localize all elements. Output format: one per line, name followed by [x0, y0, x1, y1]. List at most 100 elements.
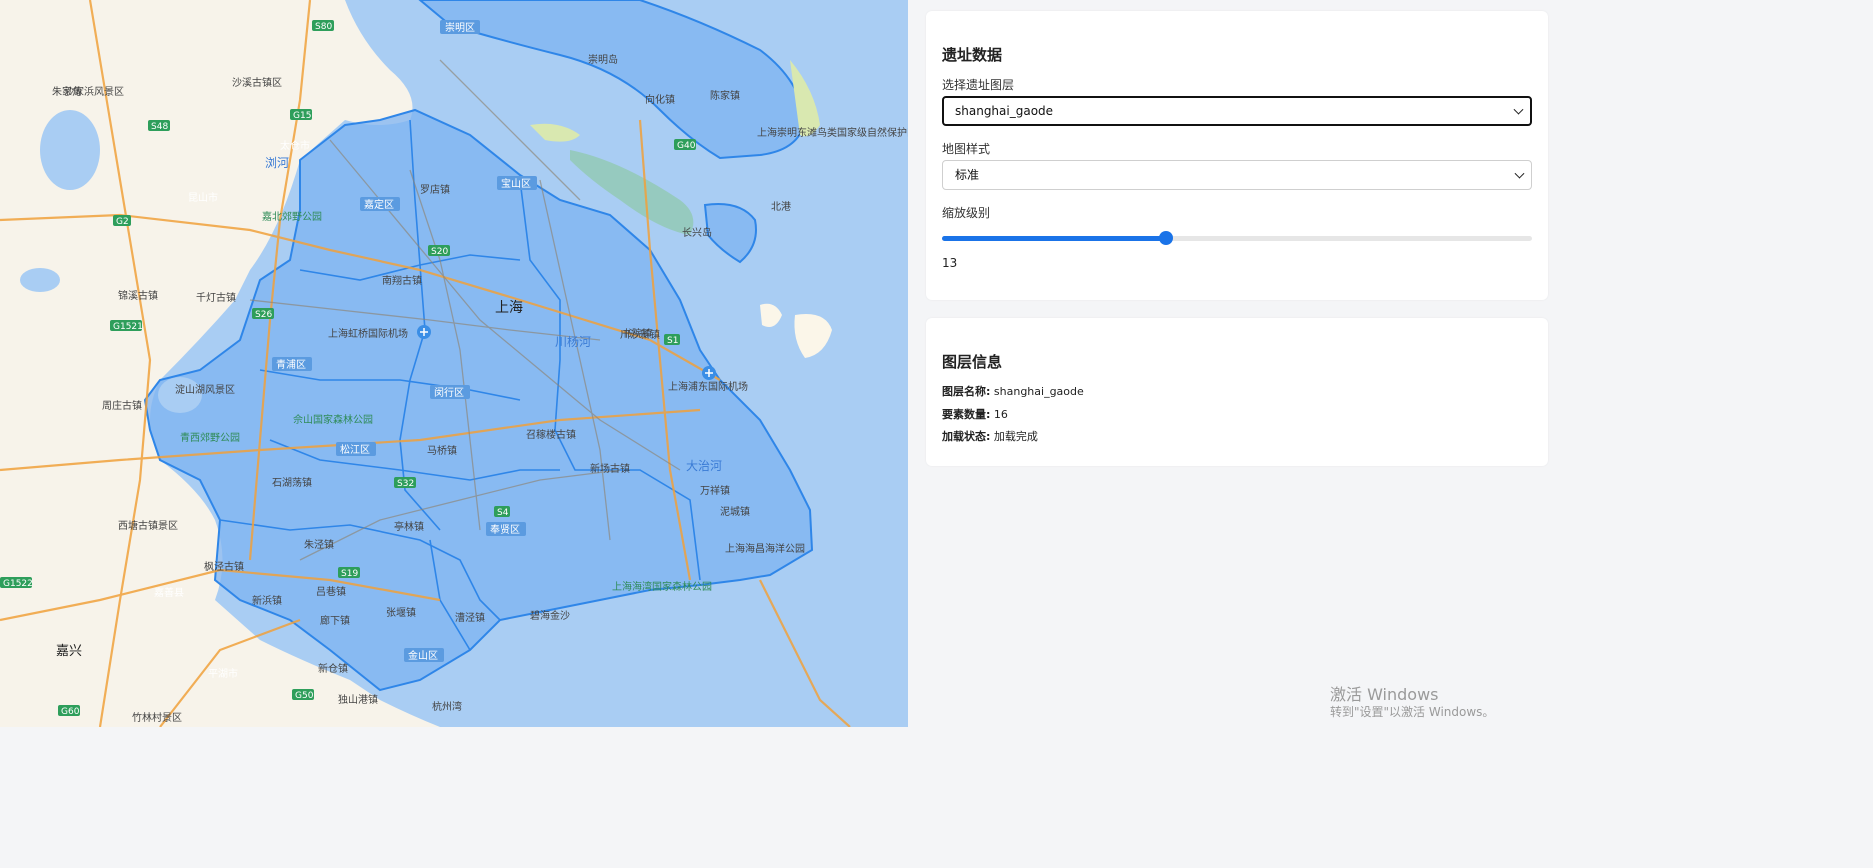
map-label-haichang: 上海海昌海洋公园 [725, 542, 805, 555]
layer-select-label: 选择遗址图层 [942, 78, 1015, 92]
map-label-dushangang: 独山港镇 [338, 693, 378, 706]
map-label-jiashan: 嘉善县 [154, 586, 184, 599]
map-label-chenjia: 陈家镇 [710, 89, 740, 102]
zoom-slider-thumb[interactable] [1159, 231, 1174, 245]
map-label-pinghu: 平湖市 [208, 667, 238, 680]
district-label-baoshan: 宝山区 [501, 177, 531, 190]
district-label-minhang: 闵行区 [434, 386, 464, 399]
chevron-down-icon [1514, 168, 1525, 179]
map-label-shajiabang: 沙家浜风景区 [64, 85, 124, 98]
feature-count-value: 16 [993, 408, 1008, 421]
load-status-value: 加载完成 [993, 430, 1038, 443]
map-label-chuanyang-river: 川杨河 [555, 334, 591, 349]
feature-count-label: 要素数量: [942, 408, 991, 421]
layer-select[interactable]: shanghai_gaode [942, 96, 1532, 126]
map-canvas[interactable]: 崇明区 宝山区 嘉定区 青浦区 闵行区 松江区 奉贤区 金山区 上海 上海虹桥国… [0, 0, 908, 727]
layer-select-value: shanghai_gaode [955, 104, 1054, 118]
sandbank-3 [794, 314, 832, 358]
map-label-zhujing: 朱泾镇 [304, 538, 334, 551]
zoom-level-label: 缩放级别 [942, 206, 991, 220]
map-label-fengjing: 枫泾古镇 [204, 560, 244, 573]
road-shield-g50: G50 [295, 691, 314, 701]
map-label-sheshan: 佘山国家森林公园 [293, 413, 373, 426]
map-label-langxia: 廊下镇 [320, 614, 350, 627]
road-shield-s80: S80 [315, 22, 332, 32]
map-label-changxing: 长兴岛 [682, 226, 712, 239]
site-data-title: 遗址数据 [942, 46, 1003, 64]
zoom-slider-fill [942, 236, 1167, 241]
map-label-xinchang: 新场古镇 [590, 462, 630, 475]
map-label-shihudang: 石湖荡镇 [272, 476, 312, 489]
district-label-songjiang: 松江区 [340, 443, 370, 456]
map-style-select[interactable]: 标准 [942, 160, 1532, 190]
road-shield-g2: G2 [116, 217, 129, 227]
feature-count-row: 要素数量: 16 [942, 406, 1008, 422]
road-shield-g1521: G1521 [113, 322, 143, 332]
map-label-luodian: 罗店镇 [420, 183, 450, 196]
map-label-zhangyan: 张堰镇 [386, 606, 416, 619]
map-label-dazhi-river: 大治河 [686, 459, 722, 473]
activation-watermark: 激活 Windows [1330, 685, 1439, 704]
sandbank-1 [530, 123, 580, 142]
map-label-liuhe: 浏河 [265, 156, 289, 170]
district-label-jinshan: 金山区 [408, 649, 438, 662]
map-label-wanxiang: 万祥镇 [700, 484, 730, 497]
map-label-jiaxing: 嘉兴 [56, 644, 82, 659]
map-label-jinxi: 锦溪古镇 [118, 289, 158, 302]
changxing-island [703, 203, 757, 264]
road-shield-g60: G60 [61, 707, 80, 717]
activation-watermark-sub: 转到"设置"以激活 Windows。 [1330, 705, 1495, 719]
road-shield-g40: G40 [677, 141, 696, 151]
chevron-down-icon [1513, 104, 1524, 115]
map-label-caojing: 漕泾镇 [455, 611, 485, 624]
road-shield-s20: S20 [431, 247, 448, 257]
map-label-hongqiao: 上海虹桥国际机场 [328, 327, 408, 340]
load-status-row: 加载状态: 加载完成 [942, 428, 1038, 444]
district-label-jiading: 嘉定区 [364, 198, 394, 211]
map-label-pudong-airport: 上海浦东国际机场 [668, 380, 748, 393]
layer-info-card: 图层信息 图层名称: shanghai_gaode 要素数量: 16 加载状态:… [926, 318, 1548, 466]
map-style-label: 地图样式 [942, 142, 991, 156]
map-label-kunshan: 昆山市 [188, 191, 218, 204]
road-shield-g1522: G1522 [3, 579, 33, 589]
map-view[interactable]: 崇明区 宝山区 嘉定区 青浦区 闵行区 松江区 奉贤区 金山区 上海 上海虹桥国… [0, 0, 908, 727]
map-label-xinbang: 新浜镇 [252, 594, 282, 607]
map-label-tinglin: 亭林镇 [394, 520, 424, 533]
map-label-qingxi-park: 青西郊野公园 [180, 431, 240, 444]
map-label-zhaojialou: 召稼楼古镇 [526, 428, 576, 441]
airport-icon [702, 366, 716, 380]
side-panel: 遗址数据 选择遗址图层 shanghai_gaode 地图样式 标准 缩放级别 … [908, 0, 1568, 727]
layer-name-row: 图层名称: shanghai_gaode [942, 383, 1084, 399]
road-shield-g15: G15 [293, 111, 311, 121]
sandbank-2 [760, 303, 782, 328]
map-label-bihai-jinsha: 碧海金沙 [530, 609, 570, 622]
map-label-chongming-island: 崇明岛 [588, 53, 618, 66]
zoom-slider[interactable] [942, 231, 1532, 245]
map-label-dianshan-lake: 淀山湖风景区 [175, 383, 235, 396]
load-status-label: 加载状态: [942, 430, 991, 443]
map-label-nicheng: 泥城镇 [720, 505, 750, 518]
map-label-zhulincun: 竹林村景区 [132, 711, 182, 724]
zoom-level-value: 13 [942, 256, 958, 270]
map-label-hangzhou-bay: 杭州湾 [432, 700, 462, 713]
district-label-fengxian: 奉贤区 [490, 523, 520, 536]
map-label-maqiao: 马桥镇 [427, 444, 457, 457]
map-label-haiwan-forest: 上海海湾国家森林公园 [612, 580, 712, 593]
road-shield-s32: S32 [397, 479, 414, 489]
map-label-taicang: 太仓市 [280, 139, 310, 152]
map-label-nanxiang: 南翔古镇 [382, 274, 422, 287]
map-label-zhouzhuang: 周庄古镇 [102, 399, 142, 412]
layer-name-label: 图层名称: [942, 385, 991, 398]
road-shield-s4: S4 [497, 508, 509, 518]
map-label-qiandeng: 千灯古镇 [196, 291, 236, 304]
map-style-value: 标准 [955, 168, 980, 182]
map-label-chuansha: 川沙新镇 [620, 328, 660, 341]
lake-2 [20, 268, 60, 292]
site-data-card: 遗址数据 选择遗址图层 shanghai_gaode 地图样式 标准 缩放级别 … [926, 11, 1548, 300]
road-shield-s19: S19 [341, 569, 358, 579]
district-label-chongming: 崇明区 [445, 22, 475, 34]
map-label-xianghua: 向化镇 [645, 93, 675, 106]
map-label-lvxiang: 吕巷镇 [316, 585, 346, 598]
road-shield-s1: S1 [667, 336, 678, 346]
map-label-beigang: 北港 [771, 201, 791, 213]
